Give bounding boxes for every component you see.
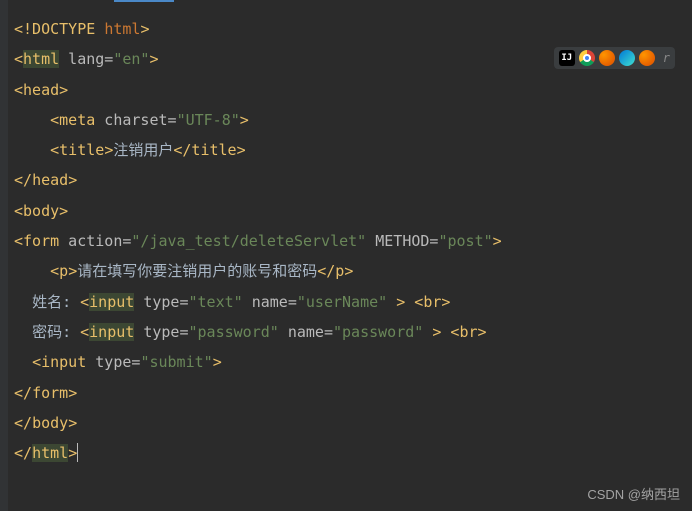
code-editor[interactable]: <!DOCTYPE html> <html lang="en"> <head> … [0,0,692,468]
code-line: <p>请在填写你要注销用户的账号和密码</p> [14,256,692,286]
code-line: </head> [14,165,692,195]
text-cursor [77,443,78,462]
code-line: </form> [14,378,692,408]
code-line: <title>注销用户</title> [14,135,692,165]
code-line: <meta charset="UTF-8"> [14,105,692,135]
editor-gutter [0,0,8,511]
edge-icon[interactable] [619,50,635,66]
firefox-icon[interactable] [599,50,615,66]
code-line: <form action="/java_test/deleteServlet" … [14,226,692,256]
code-line: <input type="submit"> [14,347,692,377]
code-line: </html> [14,438,692,468]
code-line: <!DOCTYPE html> [14,14,692,44]
firefox-dev-icon[interactable] [639,50,655,66]
code-line: 姓名: <input type="text" name="userName" >… [14,287,692,317]
chrome-icon[interactable] [579,50,595,66]
code-line: <head> [14,75,692,105]
code-line: 密码: <input type="password" name="passwor… [14,317,692,347]
ide-icon[interactable]: IJ [559,50,575,66]
watermark: CSDN @纳西坦 [587,484,680,503]
code-line: </body> [14,408,692,438]
browser-toolbar: IJ r [554,47,675,69]
run-indicator: r [659,51,670,65]
code-line: <body> [14,196,692,226]
active-tab-indicator [114,0,174,2]
